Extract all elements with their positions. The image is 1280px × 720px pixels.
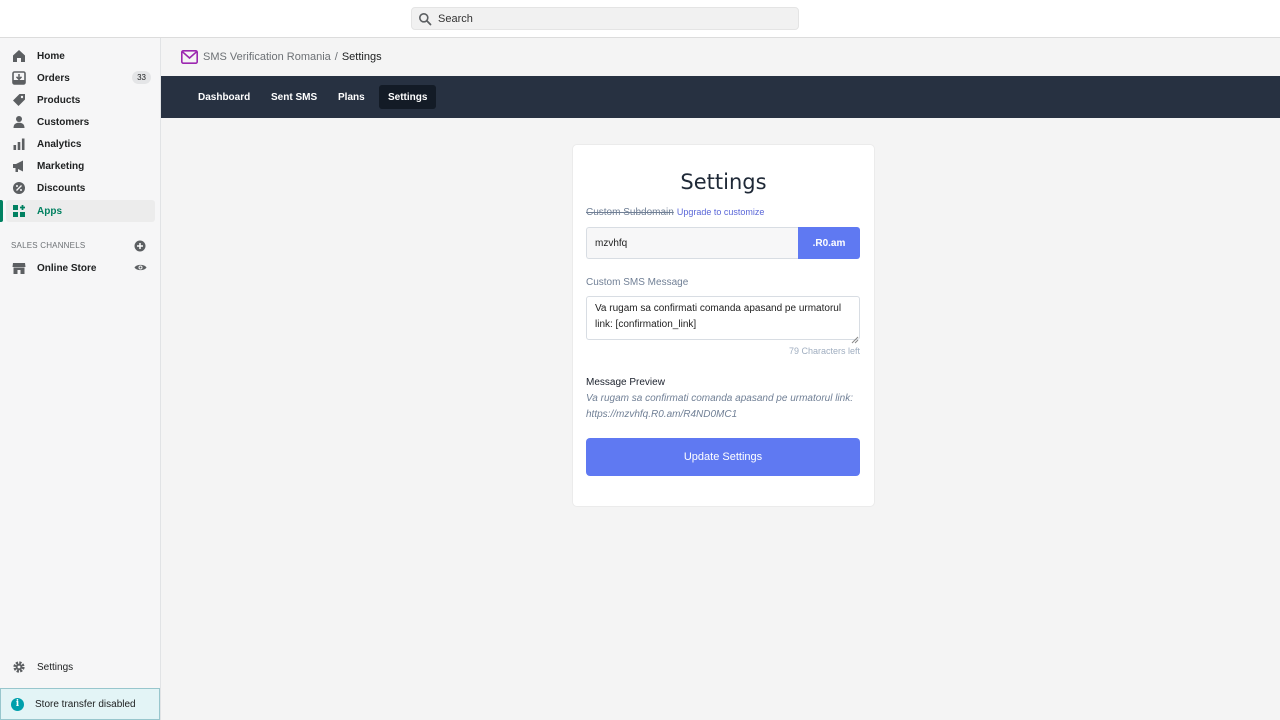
search-bar[interactable] <box>411 7 799 30</box>
subdomain-label: Custom Subdomain <box>586 207 674 218</box>
sidebar-item-label: Marketing <box>37 160 85 172</box>
sidebar-item-home[interactable]: Home <box>6 45 155 67</box>
sidebar-item-orders[interactable]: Orders 33 <box>6 67 155 89</box>
characters-left-counter: 79 Characters left <box>788 346 860 356</box>
sidebar-item-label: Home <box>37 50 65 62</box>
settings-card: Settings Custom Subdomain Upgrade to cus… <box>573 145 874 506</box>
sidebar-item-label: Discounts <box>37 182 86 194</box>
sidebar: Home Orders 33 Products Customers Analyt… <box>0 38 161 720</box>
megaphone-icon <box>12 159 26 173</box>
envelope-icon <box>181 50 198 64</box>
breadcrumb: SMS Verification Romania / Settings <box>181 48 382 66</box>
bar-chart-icon <box>12 137 26 151</box>
subdomain-label-row: Custom Subdomain Upgrade to customize <box>586 207 764 218</box>
sidebar-item-label: Customers <box>37 116 90 128</box>
sidebar-item-marketing[interactable]: Marketing <box>6 155 155 177</box>
sms-message-textarea[interactable] <box>586 296 860 340</box>
sidebar-item-discounts[interactable]: Discounts <box>6 177 155 199</box>
eye-icon[interactable] <box>134 261 147 274</box>
info-icon: i <box>11 697 24 711</box>
tab-sent-sms[interactable]: Sent SMS <box>262 85 326 109</box>
apps-icon <box>12 204 26 218</box>
tab-plans[interactable]: Plans <box>329 85 374 109</box>
person-icon <box>12 115 26 129</box>
sidebar-item-customers[interactable]: Customers <box>6 111 155 133</box>
store-transfer-text: Store transfer disabled <box>35 698 136 710</box>
tab-settings[interactable]: Settings <box>379 85 437 109</box>
sidebar-item-label: Settings <box>37 661 74 673</box>
sidebar-item-apps[interactable]: Apps <box>0 200 155 222</box>
search-icon <box>418 12 432 26</box>
page-title: Settings <box>680 170 767 194</box>
subdomain-input[interactable] <box>586 227 798 259</box>
sidebar-item-products[interactable]: Products <box>6 89 155 111</box>
search-input[interactable] <box>438 12 778 25</box>
sidebar-item-label: Orders <box>37 72 70 84</box>
sidebar-item-label: Analytics <box>37 138 82 150</box>
orders-count-badge: 33 <box>132 71 151 84</box>
breadcrumb-current: Settings <box>341 51 382 63</box>
update-settings-button[interactable]: Update Settings <box>586 438 860 476</box>
tab-dashboard[interactable]: Dashboard <box>189 85 259 109</box>
home-icon <box>12 49 26 63</box>
sidebar-item-label: Products <box>37 94 81 106</box>
sidebar-item-label: Apps <box>37 205 62 217</box>
store-icon <box>12 261 26 275</box>
message-preview-text: Va rugam sa confirmati comanda apasand p… <box>586 393 853 420</box>
tag-icon <box>12 93 26 107</box>
top-bar <box>0 0 1280 38</box>
sidebar-item-online-store[interactable]: Online Store <box>6 257 155 279</box>
add-sales-channel-icon[interactable] <box>134 239 146 252</box>
subdomain-suffix: .R0.am <box>798 227 860 259</box>
sales-channels-heading: SALES CHANNELS <box>11 241 86 250</box>
resize-handle-icon[interactable] <box>851 331 859 344</box>
orders-icon <box>12 71 26 85</box>
breadcrumb-separator: / <box>334 51 338 63</box>
app-nav-bar: Dashboard Sent SMS Plans Settings <box>161 76 1280 118</box>
message-preview-label: Message Preview <box>586 377 665 388</box>
sidebar-item-settings[interactable]: Settings <box>6 656 155 678</box>
sidebar-item-label: Online Store <box>37 262 97 274</box>
breadcrumb-app-link[interactable]: SMS Verification Romania <box>203 51 331 63</box>
store-transfer-banner: i Store transfer disabled <box>0 688 160 720</box>
sidebar-item-analytics[interactable]: Analytics <box>6 133 155 155</box>
sms-message-label: Custom SMS Message <box>586 277 689 288</box>
discount-icon <box>12 181 26 195</box>
upgrade-link[interactable]: Upgrade to customize <box>677 207 765 217</box>
gear-icon <box>12 660 26 674</box>
